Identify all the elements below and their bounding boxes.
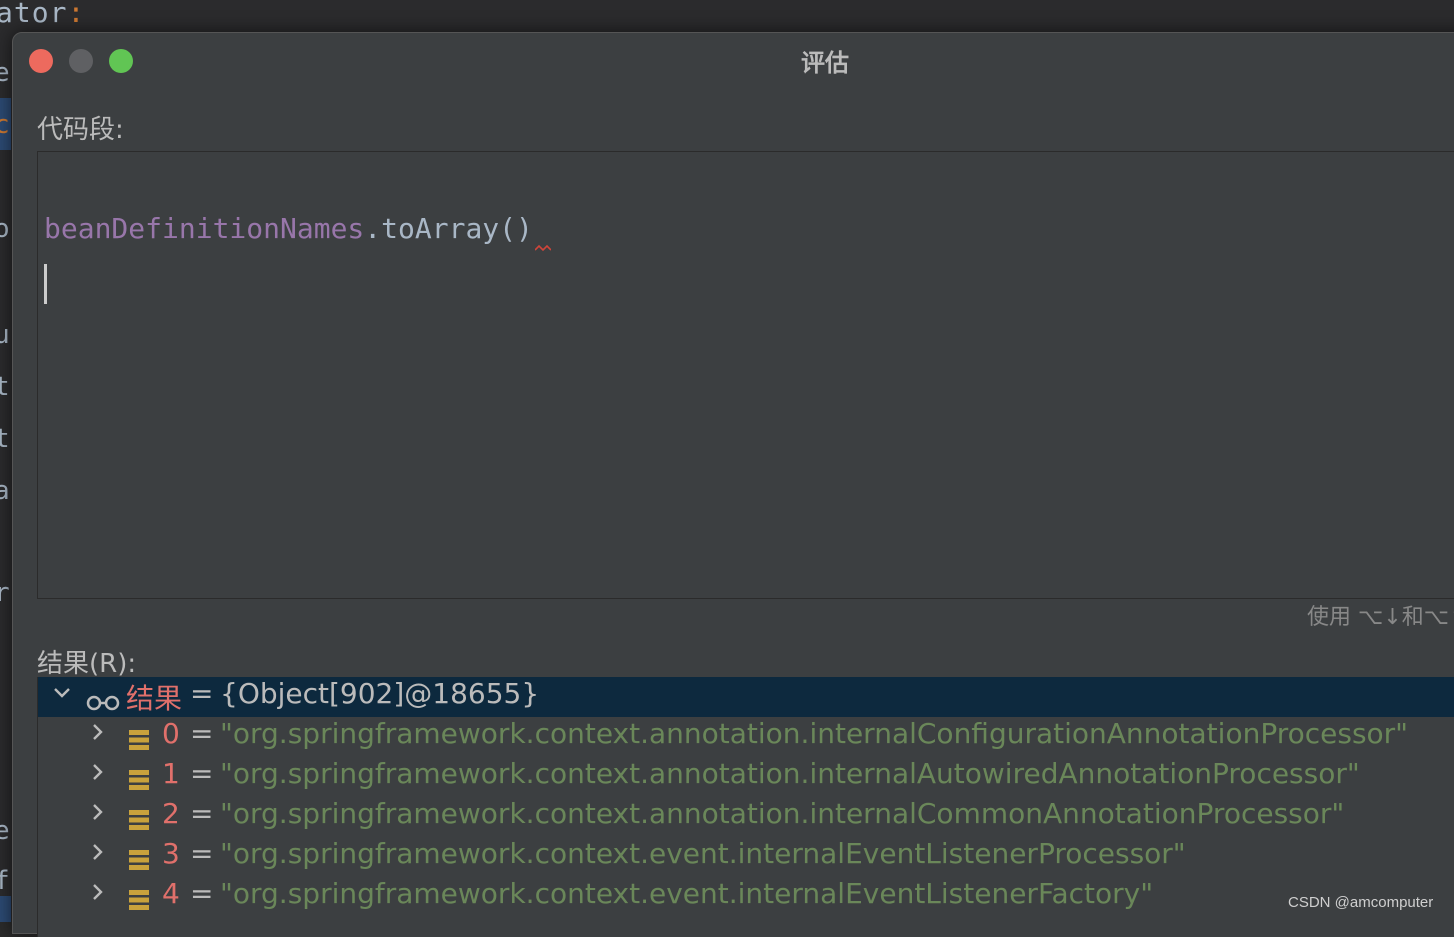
- tree-item-value: "org.springframework.context.annotation.…: [220, 757, 1360, 790]
- code-method: toArray: [381, 212, 500, 245]
- tree-item-row[interactable]: 4 = "org.springframework.context.event.i…: [38, 877, 1454, 917]
- chevron-down-icon[interactable]: [52, 681, 72, 711]
- array-element-icon: [128, 805, 150, 838]
- background-gutter-char: o: [0, 214, 10, 244]
- tree-item-eq: =: [190, 717, 214, 750]
- title-bar[interactable]: 评估: [13, 33, 1454, 89]
- tree-item-index: 4: [162, 877, 180, 910]
- text-caret: [44, 264, 47, 304]
- tree-item-eq: =: [190, 757, 214, 790]
- tree-item-index: 2: [162, 797, 180, 830]
- dialog-title: 评估: [801, 49, 849, 77]
- tree-root-eq: =: [190, 677, 214, 710]
- tree-item-index: 3: [162, 837, 180, 870]
- tree-item-eq: =: [190, 797, 214, 830]
- code-fragment-label: 代码段:: [37, 115, 124, 145]
- background-code-line: ator:: [0, 0, 86, 29]
- tree-item-index: 1: [162, 757, 180, 790]
- tree-item-value: "org.springframework.context.annotation.…: [220, 717, 1409, 750]
- tree-root-name: 结果: [126, 682, 183, 715]
- background-selection-strip: [0, 896, 11, 922]
- chevron-right-icon[interactable]: [88, 801, 108, 831]
- watch-glasses-icon: [86, 687, 120, 720]
- tree-item-value: "org.springframework.context.annotation.…: [220, 797, 1345, 830]
- array-element-icon: [128, 845, 150, 878]
- watermark: CSDN @amcomputer: [1288, 894, 1434, 911]
- array-element-icon: [128, 885, 150, 918]
- tree-item-row[interactable]: 2 = "org.springframework.context.annotat…: [38, 797, 1454, 837]
- background-gutter-char: r: [0, 578, 10, 608]
- chevron-right-icon[interactable]: [88, 881, 108, 911]
- tree-item-row[interactable]: 1 = "org.springframework.context.annotat…: [38, 757, 1454, 797]
- code-identifier: beanDefinitionNames: [44, 212, 365, 245]
- array-element-icon: [128, 765, 150, 798]
- code-parens: (): [499, 212, 533, 245]
- code-dot: .: [364, 212, 382, 245]
- tree-item-eq: =: [190, 877, 214, 910]
- background-gutter-char: f: [0, 866, 10, 896]
- result-tree[interactable]: 结果 = {Object[902]@18655} 0 = "org.spring…: [37, 677, 1454, 937]
- code-line: beanDefinitionNames.toArray(): [44, 212, 551, 252]
- tree-root-value: {Object[902]@18655}: [220, 677, 540, 710]
- background-gutter-char: t: [0, 424, 10, 454]
- tree-item-row[interactable]: 3 = "org.springframework.context.event.i…: [38, 837, 1454, 877]
- warning-squiggle-icon: [534, 244, 551, 252]
- history-hint: 使用 ⌥↓和⌥↑: [1307, 605, 1454, 630]
- tree-item-index: 0: [162, 717, 180, 750]
- evaluate-dialog: 评估 代码段: beanDefinitionNames.toArray() 使用…: [12, 32, 1454, 937]
- tree-root-row[interactable]: 结果 = {Object[902]@18655}: [38, 677, 1454, 717]
- chevron-right-icon[interactable]: [88, 721, 108, 751]
- background-gutter-char: u: [0, 320, 10, 350]
- background-gutter-char: c: [0, 110, 10, 140]
- background-gutter-char: t: [0, 372, 10, 402]
- tree-item-value: "org.springframework.context.event.inter…: [220, 877, 1154, 910]
- chevron-right-icon[interactable]: [88, 841, 108, 871]
- tree-item-value: "org.springframework.context.event.inter…: [220, 837, 1186, 870]
- result-label: 结果(R):: [37, 649, 137, 679]
- chevron-right-icon[interactable]: [88, 761, 108, 791]
- background-gutter-char: e: [0, 58, 10, 88]
- background-gutter-char: a: [0, 476, 10, 506]
- tree-item-eq: =: [190, 837, 214, 870]
- array-element-icon: [128, 725, 150, 758]
- code-fragment-editor[interactable]: beanDefinitionNames.toArray(): [37, 151, 1454, 599]
- background-gutter-char: e: [0, 816, 10, 846]
- tree-item-row[interactable]: 0 = "org.springframework.context.annotat…: [38, 717, 1454, 757]
